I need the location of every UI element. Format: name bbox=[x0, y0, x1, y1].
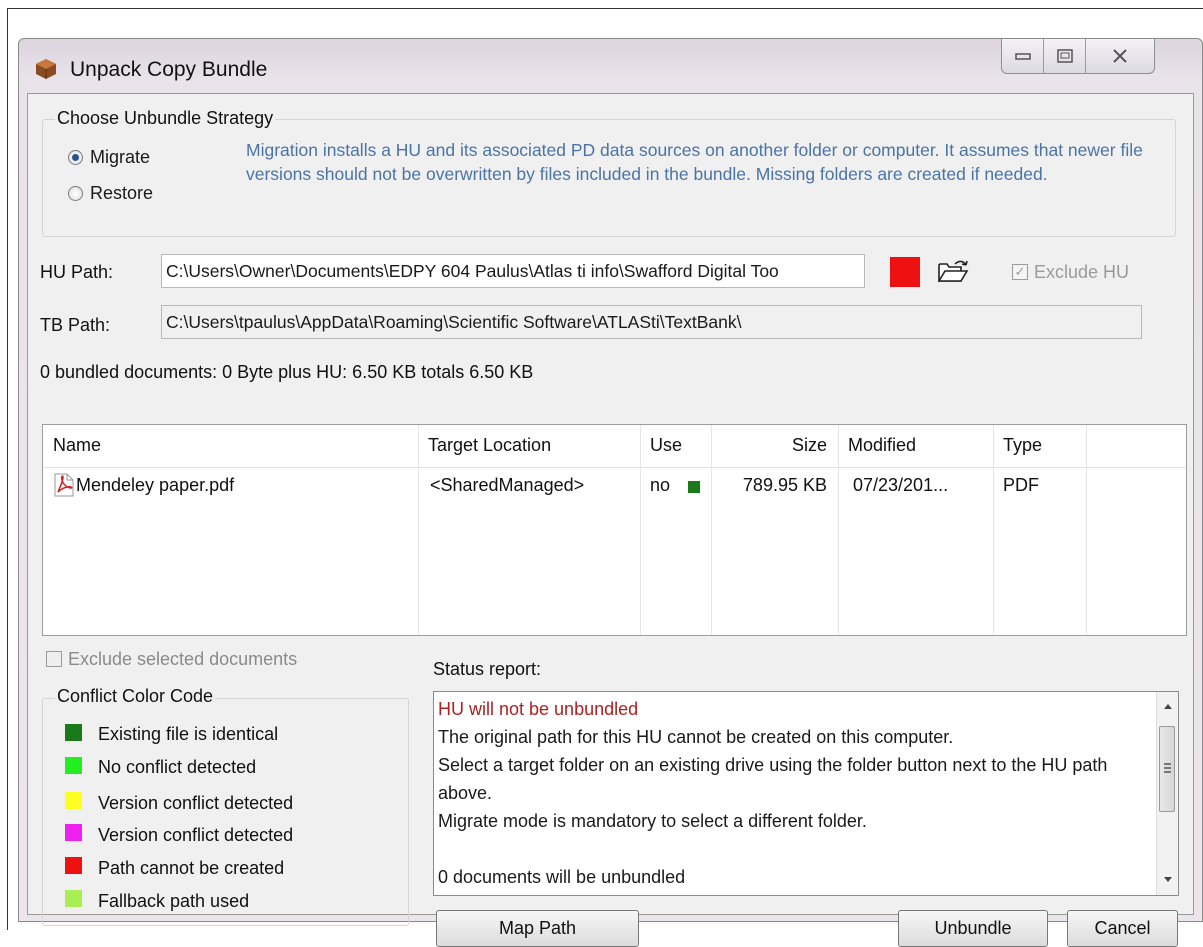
bundle-summary: 0 bundled documents: 0 Byte plus HU: 6.5… bbox=[40, 362, 534, 382]
legend-label: Version conflict detected bbox=[98, 825, 294, 845]
column-header-type[interactable]: Type bbox=[993, 425, 1086, 467]
radio-indicator bbox=[68, 150, 83, 165]
hu-path-field[interactable]: C:\Users\Owner\Documents\EDPY 604 Paulus… bbox=[161, 254, 865, 288]
row-use: no bbox=[650, 475, 671, 495]
legend-label: Path cannot be created bbox=[98, 858, 285, 878]
status-report-label: Status report: bbox=[433, 659, 542, 679]
exclude-hu-label: Exclude HU bbox=[1034, 262, 1130, 282]
legend-swatch bbox=[65, 724, 82, 741]
legend-swatch bbox=[65, 792, 82, 809]
status-line bbox=[438, 835, 1148, 863]
legend-swatch bbox=[65, 857, 82, 874]
legend-swatch bbox=[65, 824, 82, 841]
hu-path-status-indicator bbox=[890, 257, 920, 287]
tb-path-field: C:\Users\tpaulus\AppData\Roaming\Scienti… bbox=[161, 305, 1142, 339]
open-folder-icon[interactable] bbox=[937, 259, 969, 285]
scroll-up-icon[interactable] bbox=[1163, 702, 1173, 710]
header-divider bbox=[43, 467, 1186, 468]
status-headline: HU will not be unbundled bbox=[438, 699, 639, 719]
map-path-button[interactable]: Map Path bbox=[436, 910, 639, 947]
maximize-button[interactable] bbox=[1044, 39, 1086, 73]
close-button[interactable] bbox=[1086, 39, 1154, 73]
migrate-label: Migrate bbox=[90, 147, 151, 167]
legend-label: Fallback path used bbox=[98, 891, 250, 911]
window-controls bbox=[1001, 39, 1155, 74]
column-header-size[interactable]: Size bbox=[711, 425, 833, 467]
restore-radio[interactable]: Restore bbox=[68, 183, 153, 204]
tb-path-label: TB Path: bbox=[40, 315, 111, 335]
bundle-documents-list[interactable]: Name Target Location Use Size Modified T… bbox=[42, 424, 1187, 636]
status-report-box[interactable]: HU will not be unbundled The original pa… bbox=[433, 691, 1179, 896]
row-type: PDF bbox=[1003, 475, 1039, 495]
dialog-client-area: Choose Unbundle Strategy Migrate Restore… bbox=[27, 93, 1194, 947]
column-divider bbox=[640, 425, 641, 635]
row-target-location: <SharedManaged> bbox=[430, 475, 585, 495]
status-line: Migrate mode is mandatory to select a di… bbox=[438, 811, 867, 831]
unpack-copy-bundle-dialog: Unpack Copy Bundle Choose Unbundle Strat… bbox=[18, 38, 1203, 947]
exclude-selected-checkbox[interactable] bbox=[46, 651, 62, 667]
column-divider bbox=[1086, 425, 1087, 635]
column-header-use[interactable]: Use bbox=[640, 425, 711, 467]
legend-label: Version conflict detected bbox=[98, 793, 294, 813]
hu-path-label: HU Path: bbox=[40, 262, 114, 282]
cancel-button[interactable]: Cancel bbox=[1067, 910, 1178, 947]
column-divider bbox=[838, 425, 839, 635]
exclude-selected-label: Exclude selected documents bbox=[68, 649, 298, 669]
maximize-icon bbox=[1056, 49, 1073, 63]
scroll-thumb[interactable] bbox=[1159, 726, 1175, 812]
column-header-target-location[interactable]: Target Location bbox=[418, 425, 640, 467]
bundle-box-icon bbox=[36, 59, 56, 79]
column-divider bbox=[418, 425, 419, 635]
status-scrollbar[interactable] bbox=[1156, 692, 1178, 895]
restore-label: Restore bbox=[90, 183, 154, 203]
close-icon bbox=[1113, 49, 1127, 63]
status-report-text: HU will not be unbundled The original pa… bbox=[438, 695, 1148, 891]
pdf-file-icon bbox=[54, 473, 74, 497]
column-divider bbox=[711, 425, 712, 635]
exclude-hu-checkbox[interactable]: ✓ bbox=[1012, 264, 1028, 280]
scroll-down-icon[interactable] bbox=[1163, 876, 1173, 884]
status-line: 0 documents will be unbundled bbox=[438, 867, 686, 887]
unbundle-button[interactable]: Unbundle bbox=[898, 910, 1048, 947]
legend-label: No conflict detected bbox=[98, 757, 257, 777]
migrate-radio[interactable]: Migrate bbox=[68, 147, 150, 168]
status-line: Select a target folder on an existing dr… bbox=[438, 755, 1108, 803]
strategy-description: Migration installs a HU and its associat… bbox=[246, 140, 1143, 184]
conflict-color-code-title: Conflict Color Code bbox=[55, 686, 216, 707]
column-divider bbox=[993, 425, 994, 635]
legend-swatch bbox=[65, 890, 82, 907]
legend-label: Existing file is identical bbox=[98, 724, 279, 744]
status-line: The original path for this HU cannot be … bbox=[438, 727, 954, 747]
row-size: 789.95 KB bbox=[742, 475, 827, 495]
column-header-name[interactable]: Name bbox=[43, 425, 418, 467]
window-title: Unpack Copy Bundle bbox=[70, 58, 268, 81]
legend-swatch bbox=[65, 757, 82, 774]
column-header-modified[interactable]: Modified bbox=[838, 425, 993, 467]
minimize-icon bbox=[1014, 53, 1031, 60]
minimize-button[interactable] bbox=[1002, 39, 1044, 73]
unbundle-strategy-title: Choose Unbundle Strategy bbox=[55, 108, 276, 129]
row-modified: 07/23/201... bbox=[853, 475, 949, 495]
row-name: Mendeley paper.pdf bbox=[76, 475, 235, 495]
use-status-indicator bbox=[688, 481, 700, 493]
title-bar[interactable]: Unpack Copy Bundle bbox=[19, 39, 1202, 93]
radio-indicator bbox=[68, 186, 83, 201]
